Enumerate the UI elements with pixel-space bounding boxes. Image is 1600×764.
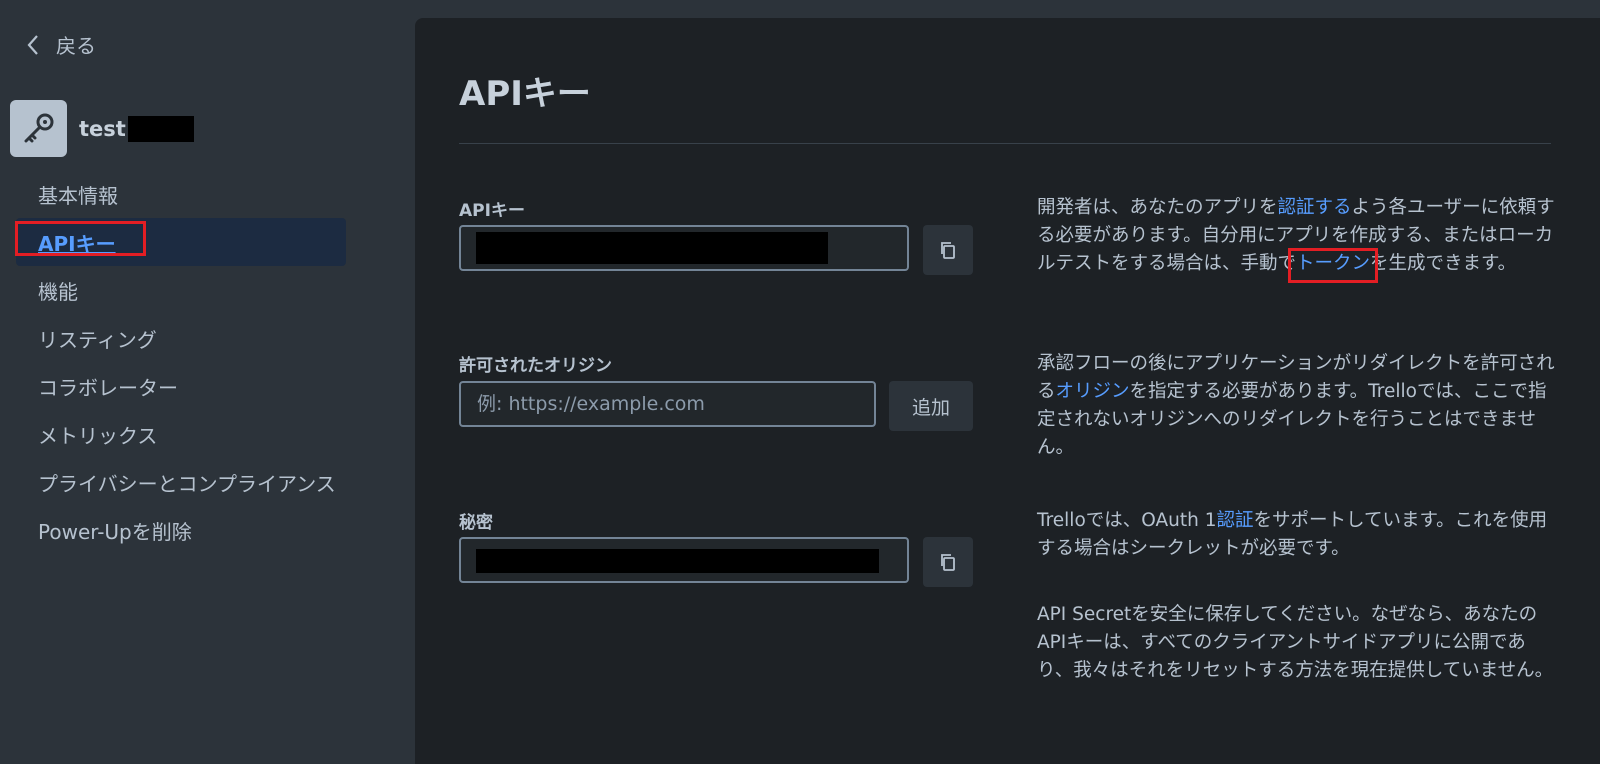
api-key-label: APIキー (459, 201, 525, 221)
redacted-secret (476, 549, 879, 573)
copy-icon (941, 242, 955, 259)
oauth-link[interactable]: 認証 (1217, 510, 1254, 531)
redacted-api-key (476, 232, 828, 264)
highlight-box (15, 221, 146, 256)
origin-link[interactable]: オリジン (1056, 381, 1130, 402)
back-label: 戻る (56, 34, 96, 58)
nav-item-metrics[interactable]: メトリックス (16, 410, 346, 458)
secret-label: 秘密 (459, 513, 493, 533)
api-key-description: 開発者は、あなたのアプリを認証するよう各ユーザーに依頼する必要があります。自分用… (1037, 194, 1557, 283)
copy-icon (941, 554, 955, 571)
allowed-origins-label: 許可されたオリジン (459, 356, 612, 376)
app-avatar (10, 100, 67, 157)
origins-description: 承認フローの後にアプリケーションがリダイレクトを許可されるオリジンを指定する必要… (1037, 353, 1555, 458)
add-origin-button[interactable]: 追加 (889, 381, 973, 431)
nav-item-collaborators[interactable]: コラボレーター (16, 362, 346, 410)
token-link-wrap: トークン (1288, 248, 1379, 283)
origin-input[interactable] (461, 383, 874, 425)
nav-item-listing[interactable]: リスティング (16, 314, 346, 362)
api-key-field[interactable] (459, 225, 909, 271)
highlight-box (1288, 248, 1379, 283)
sidebar: 戻る test 基本情報 APIキー 機能 リスティング コラボレーター メトリ… (0, 0, 415, 764)
nav-item-delete-powerup[interactable]: Power-Upを削除 (16, 506, 346, 554)
page-title: APIキー (459, 74, 591, 114)
copy-api-key-button[interactable] (923, 225, 973, 275)
back-button[interactable]: 戻る (24, 30, 96, 59)
app-name: test (79, 115, 194, 142)
origin-field[interactable] (459, 381, 876, 427)
authorize-link[interactable]: 認証する (1278, 197, 1352, 218)
main-panel: APIキー APIキー 開発者は、あなたのアプリを認証するよう各ユーザーに依頼す… (415, 18, 1600, 764)
secret-description: Trelloでは、OAuth 1認証をサポートしています。これを使用する場合はシ… (1037, 510, 1548, 559)
secret-warning: API Secretを安全に保存してください。なぜなら、あなたのAPIキーは、す… (1037, 604, 1554, 681)
chevron-left-icon (27, 34, 38, 55)
sidebar-nav: 基本情報 APIキー 機能 リスティング コラボレーター メトリックス プライバ… (15, 170, 346, 554)
secret-field[interactable] (459, 537, 909, 583)
nav-item-privacy[interactable]: プライバシーとコンプライアンス (16, 458, 346, 506)
app-header: test (10, 100, 194, 157)
redacted-name (127, 115, 194, 142)
nav-item-api-key[interactable]: APIキー (15, 218, 346, 266)
nav-item-basic-info[interactable]: 基本情報 (16, 170, 346, 218)
key-icon (24, 113, 53, 142)
nav-item-capabilities[interactable]: 機能 (16, 266, 346, 314)
copy-secret-button[interactable] (923, 537, 973, 587)
divider (459, 143, 1551, 144)
